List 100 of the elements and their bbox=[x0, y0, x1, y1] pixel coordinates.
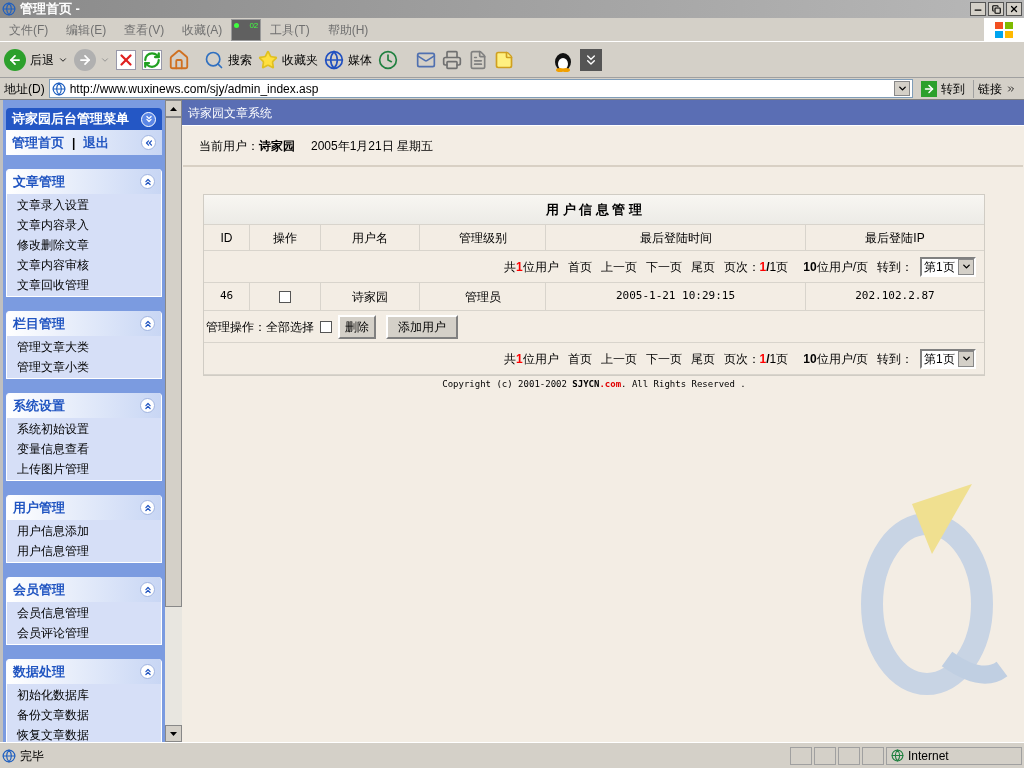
section-title: 数据处理 bbox=[13, 662, 65, 681]
menu-link[interactable]: 系统初始设置 bbox=[7, 419, 161, 439]
star-icon bbox=[258, 49, 278, 70]
pager-link[interactable]: 上一页 bbox=[600, 257, 637, 276]
logout-link[interactable]: 退出 bbox=[83, 132, 110, 153]
scroll-up-button[interactable] bbox=[165, 100, 182, 117]
down-arrow-icon bbox=[170, 731, 177, 736]
page-select[interactable]: 第1页 bbox=[920, 348, 976, 369]
status-pane bbox=[838, 746, 860, 765]
expand-icon[interactable] bbox=[580, 48, 602, 71]
menu-link[interactable]: 文章回收管理 bbox=[7, 275, 161, 295]
per-page-text: 10位用户/页 bbox=[803, 350, 868, 368]
pager-link[interactable]: 尾页 bbox=[690, 257, 715, 276]
pager-link[interactable]: 上一页 bbox=[600, 349, 637, 368]
scrollbar[interactable] bbox=[165, 100, 182, 742]
restore-icon bbox=[991, 4, 1001, 14]
menu-title: 诗家园后台管理菜单 bbox=[12, 110, 129, 129]
home-link[interactable]: 管理首页 bbox=[12, 132, 64, 153]
page-icon bbox=[2, 748, 16, 763]
row-checkbox[interactable] bbox=[279, 290, 291, 303]
close-button[interactable] bbox=[1006, 2, 1022, 16]
toggle-icon[interactable] bbox=[140, 582, 155, 597]
toggle-icon[interactable] bbox=[140, 398, 155, 413]
table-cell-text: 202.102.2.87 bbox=[854, 288, 936, 305]
menu-link[interactable]: 用户信息管理 bbox=[7, 541, 161, 561]
menu-link[interactable]: 备份文章数据 bbox=[7, 705, 161, 725]
goto-label: 转到： bbox=[877, 258, 913, 276]
goto-label: 转到： bbox=[877, 350, 913, 368]
table-cell: 46 bbox=[204, 283, 250, 310]
search-icon bbox=[204, 49, 224, 70]
menu-link[interactable]: 管理文章大类 bbox=[7, 337, 161, 357]
column-header: ID bbox=[204, 225, 250, 250]
back-button[interactable]: 后退 bbox=[4, 48, 68, 71]
menu-link[interactable]: 初始化数据库 bbox=[7, 685, 161, 705]
menu-link[interactable]: 文章内容录入 bbox=[7, 215, 161, 235]
system-title: 诗家园文章系统 bbox=[188, 104, 272, 122]
select-all-checkbox[interactable] bbox=[320, 320, 332, 333]
address-field[interactable]: http://www.wuxinews.com/sjy/admin_index.asp bbox=[48, 79, 913, 98]
menu-link[interactable]: 管理文章小类 bbox=[7, 357, 161, 377]
page-icon bbox=[51, 81, 66, 96]
menu-link[interactable]: 用户信息添加 bbox=[7, 521, 161, 541]
minimize-button[interactable] bbox=[970, 2, 986, 16]
menu-link[interactable]: 会员信息管理 bbox=[7, 603, 161, 623]
history-icon[interactable] bbox=[378, 49, 398, 70]
favorites-button[interactable]: 收藏夹 bbox=[258, 49, 318, 70]
stop-icon[interactable] bbox=[116, 49, 136, 70]
restore-button[interactable] bbox=[988, 2, 1004, 16]
refresh-icon[interactable] bbox=[142, 49, 162, 70]
date-text: 2005年1月21日 星期五 bbox=[311, 138, 434, 155]
print-icon[interactable] bbox=[442, 49, 462, 70]
user-count: 共1位用户 bbox=[503, 350, 559, 368]
media-button[interactable]: 媒体 bbox=[324, 49, 372, 70]
pager-link[interactable]: 尾页 bbox=[690, 349, 715, 368]
user-count: 共1位用户 bbox=[503, 258, 559, 276]
search-button[interactable]: 搜索 bbox=[204, 49, 252, 70]
menu-link[interactable]: 文章内容审核 bbox=[7, 255, 161, 275]
section-title: 会员管理 bbox=[13, 580, 65, 599]
globe-icon bbox=[891, 749, 904, 762]
toggle-icon[interactable] bbox=[140, 174, 155, 189]
menu-link[interactable]: 恢复文章数据 bbox=[7, 725, 161, 742]
address-label: 地址(D) bbox=[4, 80, 45, 98]
menu-link[interactable]: 会员评论管理 bbox=[7, 623, 161, 643]
add-user-button[interactable]: 添加用户 bbox=[386, 314, 458, 339]
menu-link[interactable]: 修改删除文章 bbox=[7, 235, 161, 255]
scroll-down-button[interactable] bbox=[165, 725, 182, 742]
toggle-icon[interactable] bbox=[140, 316, 155, 331]
page-select[interactable]: 第1页 bbox=[920, 256, 976, 277]
page-indicator: 页次：1/1页 bbox=[723, 258, 789, 276]
counter-text: 02 bbox=[249, 20, 259, 31]
menu-link[interactable]: 文章录入设置 bbox=[7, 195, 161, 215]
edit-icon[interactable] bbox=[468, 49, 488, 70]
collapse-icon[interactable] bbox=[141, 135, 156, 150]
bulk-action-label: 管理操作：全部选择 bbox=[206, 318, 314, 336]
section-title: 栏目管理 bbox=[13, 314, 65, 333]
status-pane bbox=[814, 746, 836, 765]
table-cell: 诗家园 bbox=[321, 283, 420, 310]
menu-link[interactable]: 上传图片管理 bbox=[7, 459, 161, 479]
status-pane bbox=[790, 746, 812, 765]
chevrons-icon bbox=[1006, 83, 1016, 94]
status-pane bbox=[862, 746, 884, 765]
delete-button[interactable]: 删除 bbox=[338, 314, 376, 339]
table-cell: 管理员 bbox=[420, 283, 546, 310]
separator-text: | bbox=[72, 134, 76, 152]
current-user: 当前用户：诗家园 bbox=[199, 138, 295, 155]
pager-link[interactable]: 首页 bbox=[567, 257, 592, 276]
globe-icon bbox=[324, 49, 344, 70]
scroll-thumb[interactable] bbox=[165, 117, 182, 607]
toggle-icon[interactable] bbox=[140, 500, 155, 515]
pager-link[interactable]: 下一页 bbox=[645, 257, 682, 276]
pager-link[interactable]: 首页 bbox=[567, 349, 592, 368]
column-header: 操作 bbox=[250, 225, 321, 250]
pager-link[interactable]: 下一页 bbox=[645, 349, 682, 368]
links-button[interactable]: 链接 bbox=[973, 79, 1020, 98]
toggle-icon[interactable] bbox=[140, 664, 155, 679]
section-title: 文章管理 bbox=[13, 172, 65, 191]
close-icon bbox=[1009, 4, 1019, 14]
go-button[interactable]: 转到 bbox=[917, 79, 969, 98]
menu-link[interactable]: 变量信息查看 bbox=[7, 439, 161, 459]
security-zone: Internet bbox=[886, 746, 1022, 765]
section-title: 系统设置 bbox=[13, 396, 65, 415]
